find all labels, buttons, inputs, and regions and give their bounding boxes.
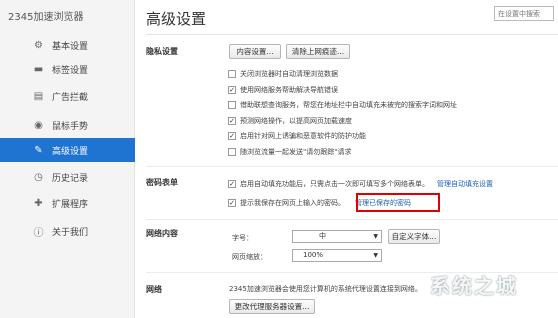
sidebar-item-label: 基本设置 bbox=[52, 41, 89, 52]
watermark-logo: 系统之城 bbox=[430, 274, 518, 298]
privacy-option: ✓ 使用网络服务帮助解决导航错误 bbox=[228, 84, 338, 95]
privacy-option: 关闭浏览器时自动清理浏览数据 bbox=[228, 68, 338, 79]
clear-browsing-data-button[interactable]: 清除上网痕迹... bbox=[286, 44, 350, 59]
chevron-down-icon: ▼ bbox=[373, 252, 378, 259]
font-size-select[interactable]: 中 ▼ bbox=[292, 230, 382, 243]
sidebar-item-about[interactable]: ⓘ 关于我们 bbox=[0, 219, 135, 243]
option-label: 关闭浏览器时自动清理浏览数据 bbox=[240, 69, 338, 78]
manage-autofill-link[interactable]: 管理自动填充设置 bbox=[437, 179, 493, 189]
autofill-checkbox[interactable]: ✓ bbox=[228, 179, 236, 188]
clock-icon: ◷ bbox=[34, 171, 43, 183]
sidebar: 2345加速浏览器 ⚙ 基本设置 ▬ 标签设置 ▤ 广告拦截 ◉ 鼠标手势 ✎ … bbox=[0, 0, 135, 318]
ad-block-icon: ▤ bbox=[33, 90, 44, 102]
section-divider bbox=[146, 166, 558, 167]
privacy-option: ✓ 预测网络操作，以提高网页加载速度 bbox=[228, 115, 352, 126]
gear-icon: ⚙ bbox=[34, 39, 43, 51]
network-section-label: 网络 bbox=[146, 285, 162, 294]
app-title: 2345加速浏览器 bbox=[8, 12, 84, 23]
custom-fonts-button[interactable]: 自定义字体... bbox=[388, 229, 440, 244]
privacy-option: 随浏览流量一起发送"请勿跟踪"请求 bbox=[228, 146, 351, 157]
option-label: 预测网络操作，以提高网页加载速度 bbox=[240, 116, 352, 125]
chevron-down-icon: ▼ bbox=[373, 233, 378, 240]
content-settings-button[interactable]: 内容设置... bbox=[229, 44, 281, 59]
highlight-annotation-box bbox=[356, 193, 440, 212]
autofill-option: ✓ 启用自动填充功能后，只需点击一次即可填写多个网络表单。 管理自动填充设置 bbox=[228, 178, 493, 189]
sidebar-item-label: 鼠标手势 bbox=[52, 121, 89, 132]
option-label: 启用自动填充功能后，只需点击一次即可填写多个网络表单。 bbox=[240, 179, 429, 188]
sidebar-item-label: 标签设置 bbox=[52, 65, 89, 76]
search-input[interactable] bbox=[494, 6, 554, 21]
sidebar-item-label: 扩展程序 bbox=[52, 199, 89, 210]
privacy-option: ✓ 启用针对网上诱骗和恶意软件的防护功能 bbox=[228, 130, 366, 141]
privacy-checkbox-3[interactable] bbox=[228, 100, 236, 109]
option-label: 借助联想查询服务，帮您在地址栏中自动填充未被完的搜索字词和网址 bbox=[240, 100, 457, 109]
page-zoom-label: 网页缩放： bbox=[232, 253, 267, 261]
section-divider bbox=[146, 219, 558, 220]
sidebar-item-extensions[interactable]: ✚ 扩展程序 bbox=[0, 191, 135, 215]
proxy-description: 2345加速浏览器会使用您计算机的系统代理设置连接到网络。 bbox=[229, 285, 422, 293]
page-title: 高级设置 bbox=[146, 10, 207, 28]
sidebar-item-basic[interactable]: ⚙ 基本设置 bbox=[0, 33, 135, 57]
sidebar-item-label: 历史记录 bbox=[52, 173, 89, 184]
privacy-checkbox-1[interactable] bbox=[228, 69, 236, 78]
option-label: 提示我保存在网页上输入的密码。 bbox=[240, 198, 345, 207]
passwords-section-label: 密码表单 bbox=[146, 178, 178, 187]
sidebar-item-mouse[interactable]: ◉ 鼠标手势 bbox=[0, 113, 135, 137]
privacy-option: 借助联想查询服务，帮您在地址栏中自动填充未被完的搜索字词和网址 bbox=[228, 99, 457, 110]
sidebar-item-label: 关于我们 bbox=[52, 227, 89, 238]
privacy-checkbox-6[interactable] bbox=[228, 147, 236, 156]
font-size-label: 字号： bbox=[232, 234, 253, 242]
privacy-checkbox-2[interactable]: ✓ bbox=[228, 85, 236, 94]
option-label: 随浏览流量一起发送"请勿跟踪"请求 bbox=[240, 147, 352, 156]
page-zoom-select[interactable]: 100% ▼ bbox=[292, 249, 382, 262]
puzzle-icon: ✚ bbox=[34, 197, 43, 209]
privacy-section-label: 隐私设置 bbox=[146, 47, 178, 56]
privacy-checkbox-5[interactable]: ✓ bbox=[228, 131, 236, 140]
font-size-value: 中 bbox=[319, 232, 326, 240]
sidebar-item-advanced[interactable]: ✎ 高级设置 bbox=[0, 138, 135, 162]
sidebar-item-history[interactable]: ◷ 历史记录 bbox=[0, 165, 135, 189]
sidebar-item-tabs[interactable]: ▬ 标签设置 bbox=[0, 57, 135, 81]
info-icon: ⓘ bbox=[33, 227, 44, 239]
mouse-icon: ◉ bbox=[34, 119, 43, 131]
tab-icon: ▬ bbox=[33, 63, 44, 75]
sidebar-item-label: 高级设置 bbox=[52, 146, 89, 157]
change-proxy-button[interactable]: 更改代理服务器设置... bbox=[229, 299, 315, 314]
option-label: 启用针对网上诱骗和恶意软件的防护功能 bbox=[240, 131, 366, 140]
page-zoom-value: 100% bbox=[303, 251, 324, 259]
option-label: 使用网络服务帮助解决导航错误 bbox=[240, 85, 338, 94]
privacy-checkbox-4[interactable]: ✓ bbox=[228, 116, 236, 125]
sidebar-item-adblock[interactable]: ▤ 广告拦截 bbox=[0, 84, 135, 108]
web-content-section-label: 网络内容 bbox=[146, 229, 178, 238]
sidebar-item-label: 广告拦截 bbox=[52, 92, 89, 103]
header-divider bbox=[146, 34, 558, 35]
save-password-checkbox[interactable]: ✓ bbox=[228, 198, 236, 207]
wrench-icon: ✎ bbox=[34, 144, 43, 156]
